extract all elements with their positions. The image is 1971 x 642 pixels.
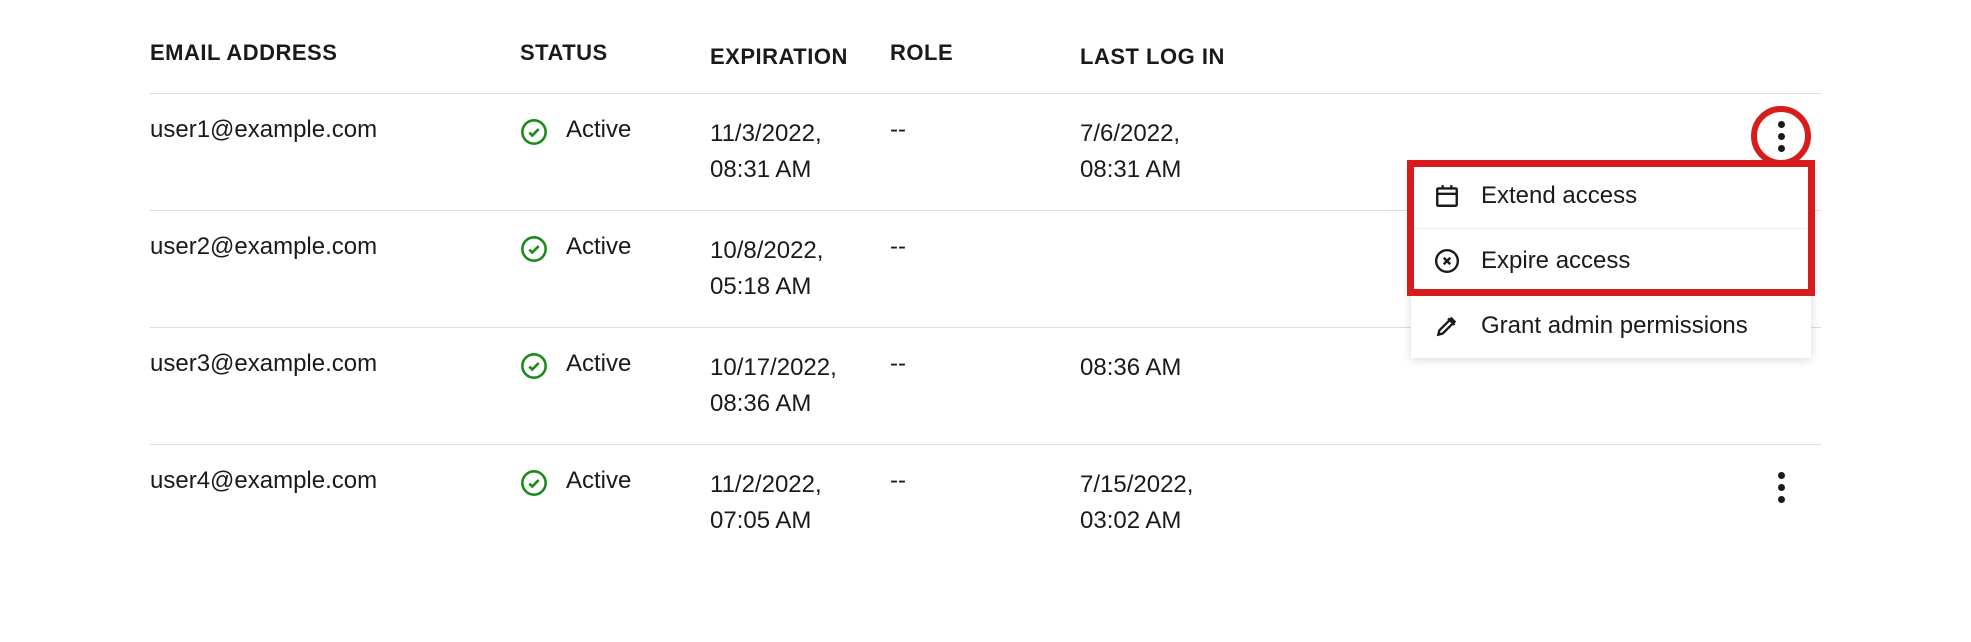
cell-expiration: 11/2/2022, 07:05 AM	[710, 467, 890, 539]
menu-label: Extend access	[1481, 182, 1637, 210]
cell-lastlogin: 7/15/2022, 03:02 AM	[1080, 467, 1270, 539]
row-actions-menu: Extend access Expire access	[1411, 164, 1811, 358]
status-label: Active	[566, 467, 631, 495]
cell-lastlogin: 08:36 AM	[1080, 350, 1270, 386]
kebab-icon	[1778, 121, 1785, 152]
check-circle-icon	[520, 352, 548, 380]
row-actions-button[interactable]	[1761, 116, 1801, 156]
status-label: Active	[566, 350, 631, 378]
cell-lastlogin: 7/6/2022, 08:31 AM	[1080, 116, 1270, 188]
cell-status: Active	[520, 116, 710, 146]
cell-role: --	[890, 233, 1080, 261]
cell-expiration: 11/3/2022, 08:31 AM	[710, 116, 890, 188]
cell-role: --	[890, 116, 1080, 144]
pencil-icon	[1433, 312, 1461, 340]
header-email: EMAIL ADDRESS	[150, 40, 520, 73]
cell-actions	[1270, 467, 1821, 507]
table-header-row: EMAIL ADDRESS STATUS EXPIRATION ROLE LAS…	[150, 20, 1821, 94]
header-lastlogin: LAST LOG IN	[1080, 40, 1270, 73]
cell-role: --	[890, 350, 1080, 378]
users-table: EMAIL ADDRESS STATUS EXPIRATION ROLE LAS…	[150, 20, 1821, 561]
header-status: STATUS	[520, 40, 710, 73]
header-role: ROLE	[890, 40, 1080, 73]
cell-status: Active	[520, 350, 710, 380]
cell-status: Active	[520, 467, 710, 497]
cell-actions	[1270, 116, 1821, 156]
cell-email: user2@example.com	[150, 233, 520, 261]
status-label: Active	[566, 233, 631, 261]
check-circle-icon	[520, 469, 548, 497]
check-circle-icon	[520, 235, 548, 263]
menu-item-expire-access[interactable]: Expire access	[1411, 229, 1811, 294]
menu-item-extend-access[interactable]: Extend access	[1411, 164, 1811, 229]
table-row: user1@example.com Active 11/3/2022, 08:3…	[150, 94, 1821, 211]
header-actions	[1270, 40, 1821, 73]
cell-email: user1@example.com	[150, 116, 520, 144]
menu-label: Expire access	[1481, 247, 1630, 275]
cell-email: user4@example.com	[150, 467, 520, 495]
kebab-icon	[1778, 472, 1785, 503]
cell-expiration: 10/8/2022, 05:18 AM	[710, 233, 890, 305]
cell-status: Active	[520, 233, 710, 263]
menu-label: Grant admin permissions	[1481, 312, 1748, 340]
row-actions-button[interactable]	[1761, 467, 1801, 507]
cell-expiration: 10/17/2022, 08:36 AM	[710, 350, 890, 422]
cell-role: --	[890, 467, 1080, 495]
header-expiration: EXPIRATION	[710, 40, 890, 73]
check-circle-icon	[520, 118, 548, 146]
calendar-icon	[1433, 182, 1461, 210]
menu-item-grant-admin[interactable]: Grant admin permissions	[1411, 294, 1811, 358]
status-label: Active	[566, 116, 631, 144]
cell-email: user3@example.com	[150, 350, 520, 378]
table-row: user4@example.com Active 11/2/2022, 07:0…	[150, 445, 1821, 561]
x-circle-icon	[1433, 247, 1461, 275]
